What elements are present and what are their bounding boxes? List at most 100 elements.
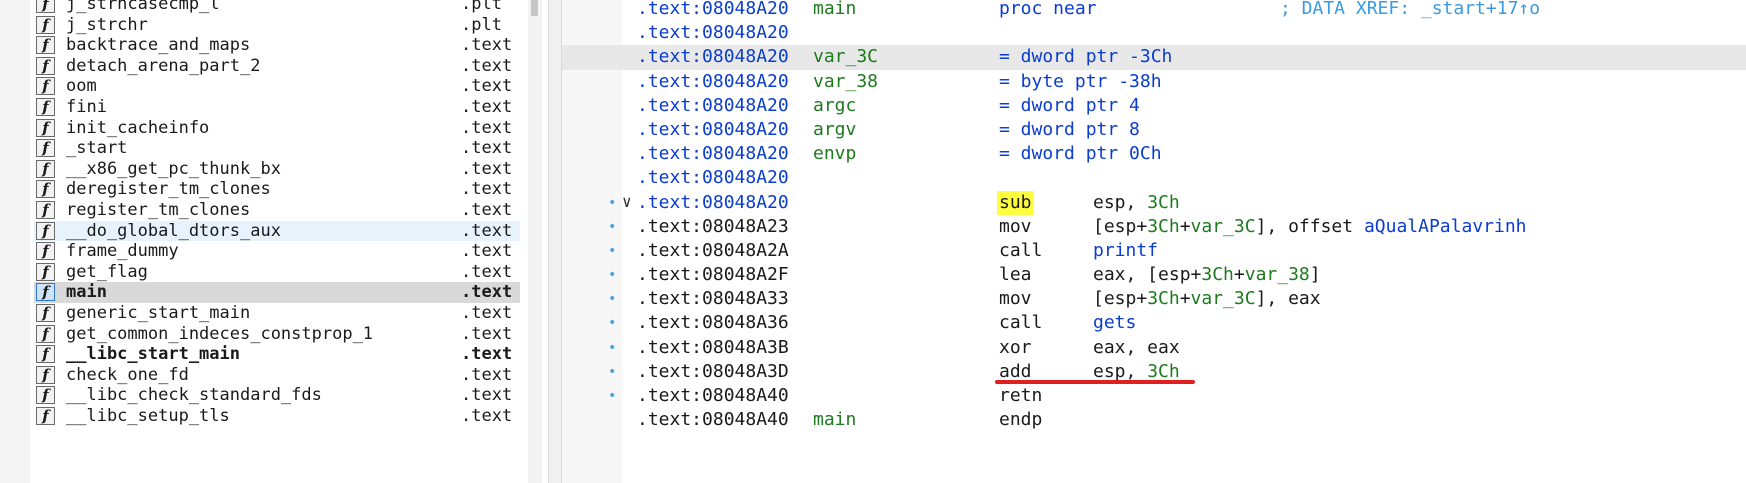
- pane-splitter[interactable]: [548, 0, 562, 483]
- instruction-operands[interactable]: [esp+3Ch+var_3C], offset aQualAPalavrinh: [1093, 215, 1527, 239]
- code-label[interactable]: main: [813, 408, 856, 432]
- breakpoint-dot-icon[interactable]: •: [608, 239, 616, 263]
- function-segment: .text: [461, 385, 513, 406]
- function-list-row[interactable]: f j_strchr .plt: [34, 15, 520, 36]
- function-list-row[interactable]: f main .text: [34, 282, 520, 303]
- function-list-row[interactable]: f check_one_fd .text: [34, 365, 520, 386]
- function-icon: f: [36, 283, 55, 302]
- instruction-mnemonic[interactable]: endp: [999, 408, 1042, 432]
- function-list: f j_strncasecmp_l .plt f j_strchr .plt f backtr…: [34, 0, 520, 426]
- breakpoint-dot-icon[interactable]: •: [608, 360, 616, 384]
- instruction-address: .text:08048A20: [637, 143, 789, 165]
- instruction-mnemonic[interactable]: = dword ptr 8: [999, 118, 1140, 142]
- disassembly-line[interactable]: • .text:08048A3B xor eax, eax: [562, 336, 1746, 360]
- instruction-mnemonic[interactable]: proc near: [999, 0, 1097, 21]
- instruction-address: .text:08048A2A: [637, 239, 789, 261]
- instruction-mnemonic[interactable]: retn: [999, 384, 1042, 408]
- breakpoint-dot-icon[interactable]: •: [608, 215, 616, 239]
- function-list-row[interactable]: f detach_arena_part_2 .text: [34, 56, 520, 77]
- instruction-operands[interactable]: printf: [1093, 239, 1158, 263]
- instruction-mnemonic[interactable]: = dword ptr 0Ch: [999, 142, 1162, 166]
- breakpoint-dot-icon[interactable]: •: [608, 336, 616, 360]
- code-label[interactable]: main: [813, 0, 856, 21]
- instruction-address: .text:08048A40: [637, 385, 789, 406]
- code-label[interactable]: var_38: [813, 70, 878, 94]
- operand-token: +: [1179, 215, 1191, 237]
- function-icon: f: [36, 345, 55, 364]
- function-segment: .text: [461, 261, 513, 282]
- instruction-operands[interactable]: esp, 3Ch: [1093, 191, 1180, 215]
- function-list-row[interactable]: f __libc_start_main .text: [34, 344, 520, 365]
- function-list-row[interactable]: f __libc_check_standard_fds .text: [34, 385, 520, 406]
- disassembly-line[interactable]: • .text:08048A2A call printf: [562, 239, 1746, 263]
- disassembly-line[interactable]: .text:08048A20 var_3C = dword ptr -3Ch: [562, 45, 1746, 70]
- function-list-row[interactable]: f register_tm_clones .text: [34, 200, 520, 221]
- function-list-row[interactable]: f __x86_get_pc_thunk_bx .text: [34, 159, 520, 180]
- breakpoint-dot-icon[interactable]: •: [608, 191, 616, 215]
- function-list-row[interactable]: f _start .text: [34, 138, 520, 159]
- code-label[interactable]: envp: [813, 142, 856, 166]
- disassembly-line[interactable]: • .text:08048A2F lea eax, [esp+3Ch+var_38]: [562, 263, 1746, 287]
- function-icon: f: [36, 0, 55, 13]
- code-label[interactable]: argv: [813, 118, 856, 142]
- instruction-mnemonic[interactable]: = dword ptr 4: [999, 94, 1140, 118]
- disassembly-line[interactable]: .text:08048A20 argv = dword ptr 8: [562, 118, 1746, 142]
- operand-token: 3Ch: [1147, 360, 1180, 382]
- breakpoint-dot-icon[interactable]: •: [608, 263, 616, 287]
- disassembly-line[interactable]: • .text:08048A40 retn: [562, 384, 1746, 408]
- instruction-mnemonic[interactable]: lea: [999, 263, 1032, 287]
- instruction-operands[interactable]: eax, [esp+3Ch+var_38]: [1093, 263, 1321, 287]
- instruction-mnemonic[interactable]: mov: [999, 287, 1032, 311]
- function-list-row[interactable]: f get_common_indeces_constprop_1 .text: [34, 324, 520, 345]
- function-list-row[interactable]: f backtrace_and_maps .text: [34, 35, 520, 56]
- function-segment: .text: [461, 323, 513, 344]
- function-list-scrollbar[interactable]: [528, 0, 542, 483]
- instruction-mnemonic[interactable]: mov: [999, 215, 1032, 239]
- instruction-address: .text:08048A40: [637, 409, 789, 431]
- function-list-row[interactable]: f frame_dummy .text: [34, 241, 520, 262]
- function-list-row[interactable]: f get_flag .text: [34, 262, 520, 283]
- disassembly-line[interactable]: • ∨ .text:08048A20 sub esp, 3Ch: [562, 190, 1746, 215]
- disassembly-line[interactable]: .text:08048A40 main endp: [562, 408, 1746, 432]
- instruction-mnemonic[interactable]: = byte ptr -38h: [999, 70, 1162, 94]
- disassembly-line[interactable]: • .text:08048A33 mov [esp+3Ch+var_3C], eax: [562, 287, 1746, 311]
- function-list-row[interactable]: f oom .text: [34, 76, 520, 97]
- instruction-mnemonic[interactable]: call: [999, 311, 1042, 335]
- function-list-row[interactable]: f j_strncasecmp_l .plt: [34, 0, 520, 15]
- function-list-row[interactable]: f deregister_tm_clones .text: [34, 179, 520, 200]
- disassembly-line[interactable]: .text:08048A20 main proc near ; DATA XREF: …: [562, 0, 1746, 21]
- function-icon: f: [36, 56, 55, 75]
- disassembly-line[interactable]: .text:08048A20 envp = dword ptr 0Ch: [562, 142, 1746, 166]
- function-list-scroll-thumb[interactable]: [531, 0, 538, 16]
- function-name: oom: [66, 76, 97, 97]
- collapse-chevron-icon[interactable]: ∨: [622, 190, 632, 214]
- code-label[interactable]: var_3C: [813, 45, 878, 69]
- instruction-mnemonic[interactable]: = dword ptr -3Ch: [999, 45, 1172, 69]
- breakpoint-dot-icon[interactable]: •: [608, 311, 616, 335]
- function-list-row[interactable]: f init_cacheinfo .text: [34, 118, 520, 139]
- xref-comment[interactable]: ; DATA XREF: _start+17↑o: [1280, 0, 1540, 21]
- breakpoint-dot-icon[interactable]: •: [608, 384, 616, 408]
- operand-token: [esp+: [1093, 215, 1148, 237]
- function-list-row[interactable]: f fini .text: [34, 97, 520, 118]
- instruction-mnemonic[interactable]: call: [999, 239, 1042, 263]
- function-segment: .text: [461, 35, 513, 56]
- instruction-mnemonic[interactable]: xor: [999, 336, 1032, 360]
- disassembly-line[interactable]: • .text:08048A36 call gets: [562, 311, 1746, 335]
- function-list-row[interactable]: f generic_start_main .text: [34, 303, 520, 324]
- disassembly-line[interactable]: .text:08048A20: [562, 166, 1746, 190]
- function-list-row[interactable]: f __libc_setup_tls .text: [34, 406, 520, 427]
- disassembly-line[interactable]: .text:08048A20: [562, 21, 1746, 45]
- instruction-operands[interactable]: [esp+3Ch+var_3C], eax: [1093, 287, 1321, 311]
- function-list-row[interactable]: f __do_global_dtors_aux .text: [34, 220, 520, 242]
- instruction-operands[interactable]: gets: [1093, 311, 1136, 335]
- code-label[interactable]: argc: [813, 94, 856, 118]
- disassembly-line[interactable]: .text:08048A20 var_38 = byte ptr -38h: [562, 70, 1746, 94]
- instruction-mnemonic[interactable]: sub: [997, 190, 1034, 215]
- disassembly-line[interactable]: .text:08048A20 argc = dword ptr 4: [562, 94, 1746, 118]
- instruction-address: .text:08048A2F: [637, 264, 789, 286]
- instruction-operands[interactable]: eax, eax: [1093, 336, 1180, 360]
- disassembly-line[interactable]: • .text:08048A23 mov [esp+3Ch+var_3C], offs…: [562, 215, 1746, 239]
- functions-pane: f j_strncasecmp_l .plt f j_strchr .plt f backtr…: [0, 0, 548, 483]
- breakpoint-dot-icon[interactable]: •: [608, 287, 616, 311]
